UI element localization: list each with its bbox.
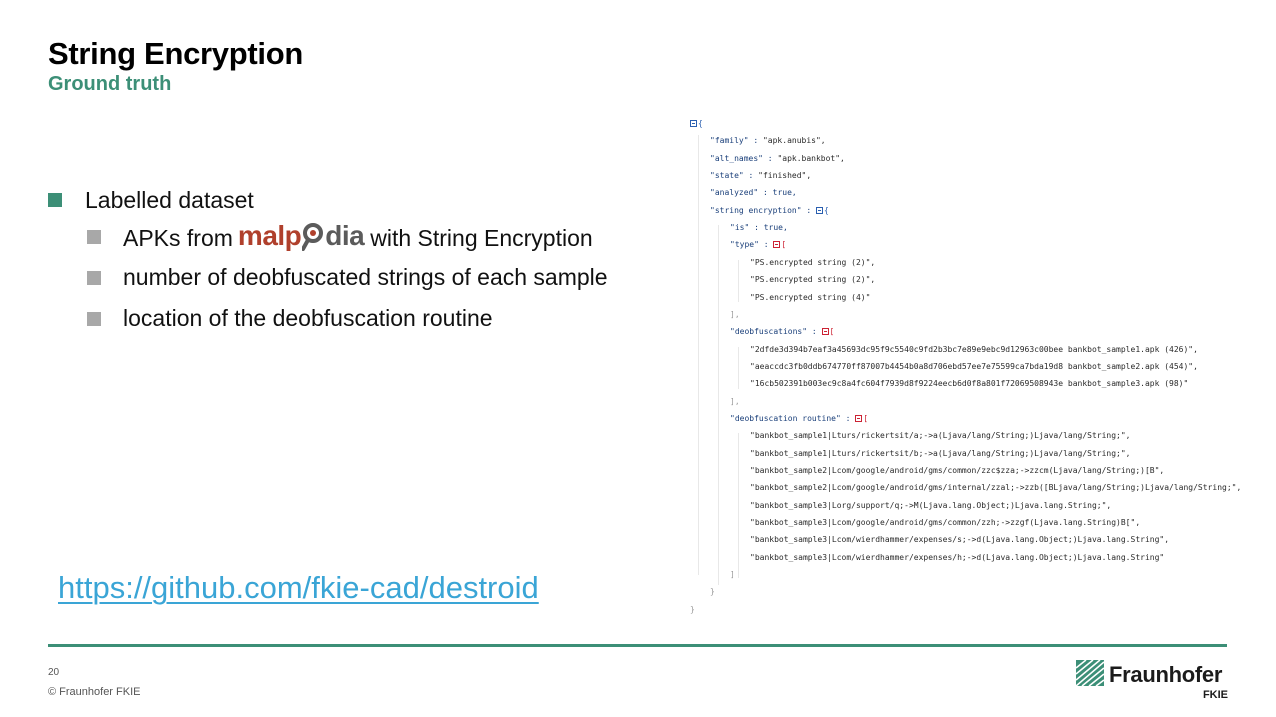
json-line: "bankbot_sample1|Lturs/rickertsit/b;->a(… bbox=[750, 448, 1131, 458]
indent-guide bbox=[718, 225, 719, 585]
json-line: } bbox=[690, 604, 695, 614]
json-line: "PS.encrypted string (2)", bbox=[750, 275, 876, 285]
github-link[interactable]: https://github.com/fkie-cad/destroid bbox=[58, 570, 539, 606]
json-line: "alt_names" : "apk.bankbot", bbox=[710, 153, 845, 163]
bullet-sub-apks: APKs from malp dia with String Encryption bbox=[87, 216, 608, 257]
json-line: "bankbot_sample3|Lorg/support/q;->M(Ljav… bbox=[750, 500, 1112, 510]
json-line: "deobfuscation routine" : [ bbox=[730, 413, 869, 423]
json-line: "aeaccdc3fb0ddb674770ff87007b4454b0a8d70… bbox=[750, 361, 1198, 371]
json-line: "deobfuscations" : [ bbox=[730, 327, 835, 337]
json-line: "16cb502391b003ec9c8a4fc604f7939d8f9224e… bbox=[750, 379, 1189, 389]
collapse-toggle-icon[interactable] bbox=[773, 241, 781, 249]
json-viewer: { "family" : "apk.anubis", "alt_names" : "… bbox=[690, 115, 1250, 620]
json-line: "is" : true, bbox=[730, 223, 788, 233]
json-line: "bankbot_sample3|Lcom/wierdhammer/expens… bbox=[750, 552, 1165, 562]
json-line: "bankbot_sample3|Lcom/wierdhammer/expens… bbox=[750, 535, 1170, 545]
json-line: "PS.encrypted string (4)" bbox=[750, 292, 871, 302]
slide-subtitle: Ground truth bbox=[48, 73, 172, 95]
bullet-main-text: Labelled dataset bbox=[85, 186, 254, 213]
indent-guide bbox=[738, 433, 739, 578]
json-line: "type" : [ bbox=[730, 240, 787, 250]
json-line: "bankbot_sample2|Lcom/google/android/gms… bbox=[750, 466, 1165, 475]
json-line: ], bbox=[730, 309, 740, 319]
bullet-sub-text: location of the deobfuscation routine bbox=[123, 305, 493, 331]
bullet-square-icon bbox=[48, 193, 62, 207]
bullet-sub-count: number of deobfuscated strings of each s… bbox=[87, 257, 608, 298]
bullet-list: Labelled dataset APKs from malp dia with St… bbox=[48, 184, 608, 339]
bullet-square-icon bbox=[87, 229, 101, 244]
bullet-sub-text: number of deobfuscated strings of each s… bbox=[123, 264, 608, 290]
json-line: ] bbox=[730, 570, 735, 580]
json-line: "state" : "finished", bbox=[710, 171, 812, 181]
bullet-square-icon bbox=[87, 311, 101, 326]
magnifier-icon bbox=[302, 222, 324, 251]
json-line: "PS.encrypted string (2)", bbox=[750, 257, 876, 267]
page-number: 20 bbox=[48, 667, 60, 678]
json-line: "family" : "apk.anubis", bbox=[710, 136, 826, 146]
indent-guide bbox=[698, 135, 699, 575]
fraunhofer-name: Fraunhofer bbox=[1109, 662, 1223, 687]
collapse-toggle-icon[interactable] bbox=[815, 206, 823, 214]
footer-divider bbox=[48, 644, 1227, 647]
indent-guide bbox=[738, 347, 739, 389]
bullet-main: Labelled dataset bbox=[48, 184, 608, 216]
fraunhofer-logo: Fraunhofer FKIE bbox=[1076, 659, 1228, 705]
collapse-toggle-icon[interactable] bbox=[821, 328, 829, 336]
json-line: } bbox=[710, 587, 715, 597]
json-line: "bankbot_sample2|Lcom/google/android/gms… bbox=[750, 483, 1242, 493]
collapse-toggle-icon[interactable] bbox=[690, 120, 697, 127]
indent-guide bbox=[738, 260, 739, 302]
bullet-sub-text: APKs from malp dia with String Encryption bbox=[123, 219, 593, 251]
json-line: { bbox=[690, 115, 703, 132]
json-line: "analyzed" : true, bbox=[710, 188, 797, 198]
json-line: "2dfde3d394b7eaf3a45693dc95f9c5540c9fd2b… bbox=[750, 344, 1198, 354]
json-line: "bankbot_sample3|Lcom/google/android/gms… bbox=[750, 518, 1141, 528]
json-line: "bankbot_sample1|Lturs/rickertsit/a;->a(… bbox=[750, 431, 1131, 441]
bullet-sub-location: location of the deobfuscation routine bbox=[87, 298, 608, 339]
fraunhofer-mark-icon bbox=[1076, 660, 1104, 686]
json-line: ], bbox=[730, 396, 740, 406]
copyright: © Fraunhofer FKIE bbox=[48, 686, 141, 698]
slide-title: String Encryption bbox=[48, 36, 303, 71]
malpedia-logo: malp dia bbox=[237, 219, 365, 251]
collapse-toggle-icon[interactable] bbox=[855, 414, 863, 422]
fraunhofer-unit: FKIE bbox=[1202, 689, 1228, 701]
bullet-square-icon bbox=[87, 270, 101, 285]
json-line: "string encryption" : { bbox=[710, 205, 829, 215]
